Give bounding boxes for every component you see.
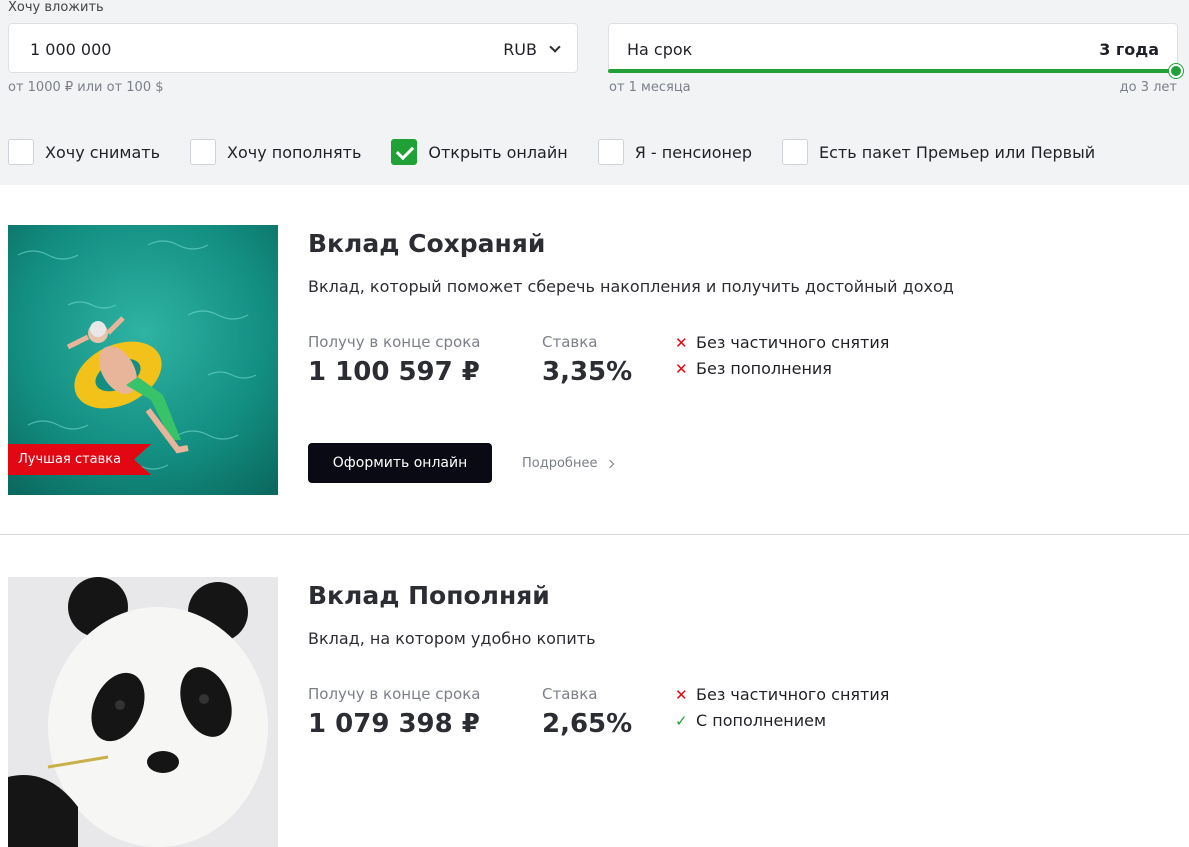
deposit-description: Вклад, который поможет сберечь накоплени… [308,277,954,296]
feature-text: Без частичного снятия [696,685,890,704]
checkbox-box[interactable] [597,139,624,165]
feature-text: Без пополнения [696,359,832,378]
chevron-down-icon [549,41,561,53]
checkmark-icon: ✓ [675,711,688,730]
feature-item: ✕ Без пополнения [675,359,832,378]
more-link[interactable]: Подробнее [522,456,615,471]
rate-label: Ставка [542,333,598,351]
deposit-card: Вклад Пополняй Вклад, на котором удобно … [0,537,1189,847]
feature-text: Без частичного снятия [696,333,890,352]
feature-item: ✕ Без частичного снятия [675,333,889,352]
checkbox-box[interactable] [782,139,808,165]
income-value: 1 079 398 ₽ [308,709,480,739]
currency-value: RUB [503,40,537,59]
apply-online-button[interactable]: Оформить онлайн [308,443,492,483]
amount-value[interactable]: 1 000 000 [30,40,111,59]
deposit-title: Вклад Пополняй [308,581,550,610]
checkbox-label: Хочу пополнять [227,142,362,162]
term-hint-min: от 1 месяца [609,80,691,95]
filters-panel: Хочу вложить 1 000 000 RUB от 1000 ₽ или… [0,0,1189,185]
checkmark-icon[interactable] [391,139,418,165]
chevron-right-icon [606,459,615,468]
checkbox-group: Хочу снимать Хочу пополнять Открыть онла… [8,139,1125,165]
amount-hint: от 1000 ₽ или от 100 $ [8,80,164,95]
cross-icon: ✕ [675,685,688,704]
amount-label: Хочу вложить [8,0,104,15]
deposit-card: Лучшая ставка Вклад Сохраняй Вклад, кото… [0,185,1189,535]
deposit-image-panda [8,577,278,847]
checkbox-topup[interactable]: Хочу пополнять [190,139,361,165]
term-value: 3 года [1099,40,1159,59]
rate-value: 3,35% [542,357,633,387]
rate-value: 2,65% [542,709,633,739]
rate-label: Ставка [542,685,598,703]
term-slider-fill [608,69,1176,73]
currency-select[interactable]: RUB [503,40,561,59]
feature-item: ✓ С пополнением [675,711,826,730]
amount-input[interactable]: 1 000 000 RUB [8,23,578,73]
more-link-label: Подробнее [522,456,598,471]
term-slider-handle[interactable] [1169,64,1183,78]
checkbox-box[interactable] [8,139,34,165]
checkbox-label: Хочу снимать [45,142,161,162]
term-label: На срок [627,40,693,59]
checkbox-pensioner[interactable]: Я - пенсионер [597,139,752,165]
panda-photo-illustration [8,577,278,847]
checkbox-withdraw[interactable]: Хочу снимать [8,139,160,165]
checkbox-premier-package[interactable]: Есть пакет Премьер или Первый [782,139,1095,165]
checkbox-label: Есть пакет Премьер или Первый [819,142,1096,162]
income-label: Получу в конце срока [308,685,481,703]
cross-icon: ✕ [675,359,688,378]
term-hint-max: до 3 лет [1119,80,1177,95]
deposit-image-pool: Лучшая ставка [8,225,278,495]
checkbox-label: Открыть онлайн [428,142,568,162]
income-label: Получу в конце срока [308,333,481,351]
term-input[interactable]: На срок 3 года [608,23,1178,73]
income-value: 1 100 597 ₽ [308,357,480,387]
best-rate-badge: Лучшая ставка [8,444,152,475]
term-slider[interactable] [608,64,1183,78]
cross-icon: ✕ [675,333,688,352]
checkbox-label: Я - пенсионер [634,142,752,162]
deposit-title: Вклад Сохраняй [308,229,546,258]
checkbox-box[interactable] [190,139,217,165]
deposit-description: Вклад, на котором удобно копить [308,629,596,648]
checkbox-open-online[interactable]: Открыть онлайн [391,139,568,165]
feature-text: С пополнением [696,711,827,730]
feature-item: ✕ Без частичного снятия [675,685,889,704]
